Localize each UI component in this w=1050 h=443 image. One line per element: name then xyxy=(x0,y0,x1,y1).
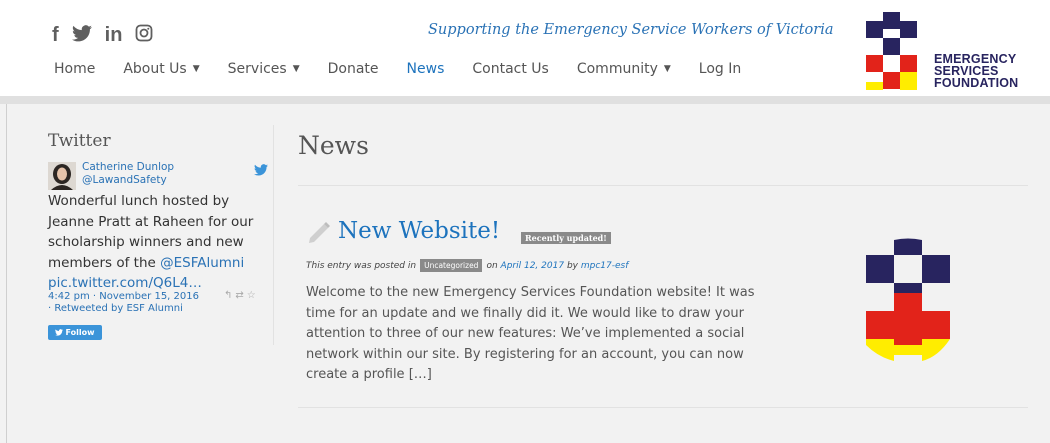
nav-item-home[interactable]: Home xyxy=(54,61,95,77)
chevron-down-icon: ▼ xyxy=(192,64,200,74)
tweet-retweeted-by[interactable]: · Retweeted by ESF Alumni xyxy=(48,303,199,315)
tweet-pic-link[interactable]: pic.twitter.com/Q6L4… xyxy=(48,275,202,291)
page-title: News xyxy=(298,131,369,160)
twitter-icon[interactable] xyxy=(71,24,92,46)
tweet-meta[interactable]: 4:42 pm · November 15, 2016 · Retweeted … xyxy=(48,291,199,315)
post-title-link[interactable]: New Website! xyxy=(338,218,500,244)
post-divider xyxy=(298,407,1028,408)
twitter-bird-icon[interactable] xyxy=(254,164,268,176)
tweet-author-name[interactable]: Catherine Dunlop xyxy=(82,161,174,173)
title-divider xyxy=(298,185,1028,186)
nav-item-services[interactable]: Services ▼ xyxy=(228,61,300,77)
instagram-icon[interactable] xyxy=(135,24,153,46)
twitter-icon xyxy=(55,329,64,336)
nav-item-donate[interactable]: Donate xyxy=(328,61,379,77)
favorite-icon[interactable]: ☆ xyxy=(247,290,259,301)
nav-item-community[interactable]: Community ▼ xyxy=(577,61,671,77)
logo-wordmark: EMERGENCY SERVICES FOUNDATION xyxy=(934,52,1019,90)
recently-updated-badge: Recently updated! xyxy=(521,232,611,244)
site-tagline: Supporting the Emergency Service Workers… xyxy=(428,22,834,38)
social-links: f in xyxy=(52,24,153,46)
chevron-down-icon: ▼ xyxy=(292,64,300,74)
category-link[interactable]: Uncategorized xyxy=(420,259,483,272)
linkedin-icon[interactable]: in xyxy=(105,25,123,45)
avatar[interactable] xyxy=(48,162,76,190)
tweet-time[interactable]: 4:42 pm · November 15, 2016 xyxy=(48,291,199,303)
tweet-text: Wonderful lunch hosted by Jeanne Pratt a… xyxy=(48,193,254,291)
post-author-link[interactable]: mpc17-esf xyxy=(581,261,629,271)
nav-item-contact-us[interactable]: Contact Us xyxy=(472,61,548,77)
tweet-actions: ↰⇄☆ xyxy=(224,290,259,301)
post-thumbnail[interactable] xyxy=(866,237,950,363)
main-nav: Home About Us ▼ Services ▼ Donate News Con… xyxy=(54,61,769,77)
post-meta: This entry was posted in Uncategorized o… xyxy=(306,259,629,272)
chevron-down-icon: ▼ xyxy=(663,64,671,74)
retweet-icon[interactable]: ⇄ xyxy=(235,290,246,301)
tweet-author-handle[interactable]: @LawandSafety xyxy=(82,174,167,186)
tweet-mention-link[interactable]: @ESFAlumni xyxy=(160,255,244,271)
nav-item-log-in[interactable]: Log In xyxy=(699,61,741,77)
twitter-follow-button[interactable]: Follow xyxy=(48,325,102,340)
reply-icon[interactable]: ↰ xyxy=(224,290,235,301)
pencil-icon xyxy=(309,222,330,243)
sidebar-title: Twitter xyxy=(48,131,111,151)
nav-item-about-us[interactable]: About Us ▼ xyxy=(123,61,199,77)
header-divider xyxy=(0,96,1050,104)
post-excerpt: Welcome to the new Emergency Services Fo… xyxy=(306,285,755,382)
facebook-icon[interactable]: f xyxy=(52,25,59,45)
post-date-link[interactable]: April 12, 2017 xyxy=(501,261,565,271)
nav-item-news[interactable]: News xyxy=(407,61,445,77)
sidebar-divider xyxy=(273,125,274,345)
